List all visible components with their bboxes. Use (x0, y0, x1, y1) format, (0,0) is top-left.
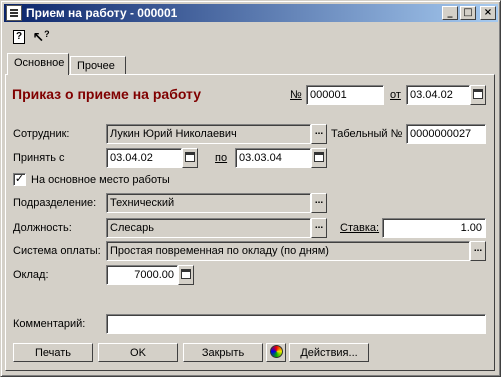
department-select-button[interactable]: ... (311, 193, 327, 213)
hire-from-calendar-button[interactable] (182, 148, 198, 168)
document-icon (6, 5, 22, 21)
ok-button[interactable]: OK (98, 343, 178, 362)
position-label: Должность: (13, 222, 72, 234)
pay-system-field[interactable]: Простая повременная по окладу (по дням) (106, 241, 470, 261)
rate-label: Ставка: (340, 222, 380, 234)
tab-number-field[interactable]: 0000000027 (406, 124, 486, 144)
main-job-label: На основное место работы (31, 174, 170, 186)
titlebar[interactable]: Прием на работу - 000001 _ □ × (4, 4, 498, 22)
whats-this-mark: ? (44, 29, 50, 39)
minimize-button[interactable]: _ (442, 6, 458, 20)
rate-field[interactable]: 1.00 (382, 218, 486, 238)
employee-field[interactable]: Лукин Юрий Николаевич (106, 124, 311, 144)
salary-calculator-button[interactable] (178, 265, 194, 285)
tab-other[interactable]: Прочее (70, 56, 126, 74)
calculator-icon (181, 269, 191, 279)
comment-field[interactable] (106, 314, 486, 334)
close-window-button[interactable]: × (480, 6, 496, 20)
window-title: Прием на работу - 000001 (26, 6, 178, 20)
date-calendar-button[interactable] (470, 85, 486, 105)
hire-from-field[interactable]: 03.04.02 (106, 148, 182, 168)
position-select-button[interactable]: ... (311, 218, 327, 238)
palette-icon (269, 345, 283, 358)
pay-system-label: Система оплаты: (13, 245, 101, 257)
hire-to-field[interactable]: 03.03.04 (235, 148, 311, 168)
date-field[interactable]: 03.04.02 (406, 85, 470, 105)
whats-this-button[interactable]: ↖? (32, 28, 50, 46)
number-label: № (290, 89, 302, 101)
salary-field[interactable]: 7000.00 (106, 265, 178, 285)
date-label: от (390, 89, 401, 101)
page-title: Приказ о приеме на работу (12, 86, 202, 102)
calendar-icon (185, 152, 195, 162)
tab-main[interactable]: Основное (7, 53, 69, 75)
hire-to-label: по (215, 152, 228, 164)
employee-select-button[interactable]: ... (311, 124, 327, 144)
number-field[interactable]: 000001 (306, 85, 384, 105)
tab-main-label: Основное (14, 57, 65, 69)
hire-from-label: Принять с (13, 152, 65, 164)
calendar-icon (473, 89, 483, 99)
print-button[interactable]: Печать (13, 343, 93, 362)
position-field[interactable]: Слесарь (106, 218, 311, 238)
pointer-question-icon: ↖ (32, 28, 45, 45)
salary-label: Оклад: (13, 269, 49, 281)
color-palette-button[interactable] (266, 343, 286, 362)
department-field[interactable]: Технический (106, 193, 311, 213)
maximize-button[interactable]: □ (460, 6, 476, 20)
employee-label: Сотрудник: (13, 128, 70, 140)
comment-label: Комментарий: (13, 318, 86, 330)
main-job-checkbox[interactable]: ✓ (13, 173, 26, 186)
actions-button[interactable]: Действия... (289, 343, 369, 362)
hire-to-calendar-button[interactable] (311, 148, 327, 168)
pay-system-select-button[interactable]: ... (470, 241, 486, 261)
help-icon: ? (13, 30, 25, 44)
tab-number-label: Табельный № (331, 128, 403, 140)
close-button[interactable]: Закрыть (183, 343, 263, 362)
calendar-icon (314, 152, 324, 162)
tab-other-label: Прочее (77, 60, 115, 72)
help-button[interactable]: ? (10, 28, 28, 46)
department-label: Подразделение: (13, 197, 97, 209)
